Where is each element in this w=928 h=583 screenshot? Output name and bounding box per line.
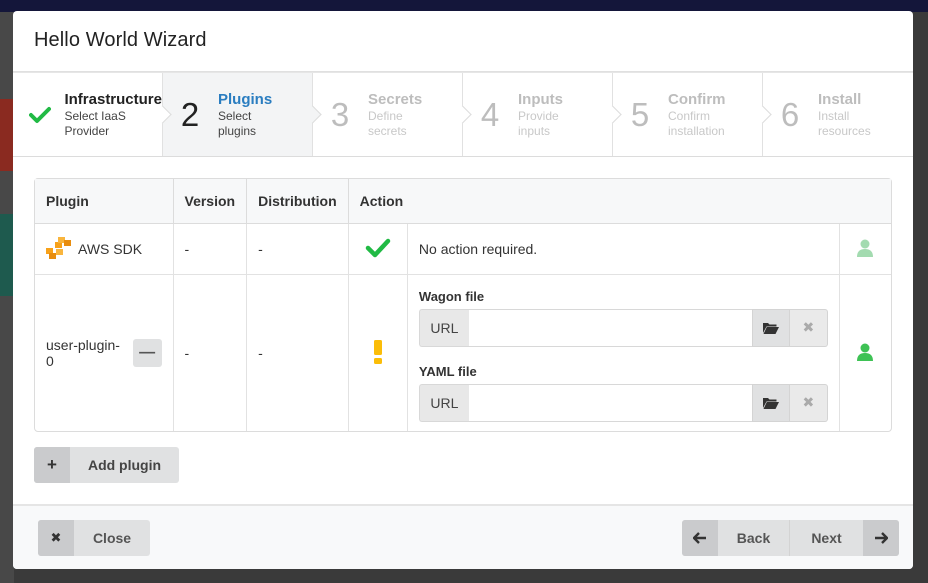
step-secrets: 3 Secrets Define secrets (313, 73, 472, 156)
step-plugins[interactable]: 2 Plugins Select plugins (163, 73, 322, 156)
back-label: Back (736, 530, 771, 546)
remove-plugin-button[interactable]: — (132, 339, 162, 367)
add-plugin-label: Add plugin (87, 457, 162, 473)
step-number: 3 (330, 95, 350, 133)
wizard-modal: Hello World Wizard Infrastructure Select… (13, 11, 913, 569)
exclamation-icon (373, 339, 383, 367)
step-desc: installation (668, 123, 725, 138)
step-number: 6 (780, 95, 800, 133)
step-desc: Install (818, 108, 850, 123)
column-header-action: Action (348, 179, 891, 224)
step-title: Install (818, 90, 862, 108)
folder-open-icon[interactable] (751, 383, 790, 422)
step-title: Confirm (668, 90, 726, 108)
url-label: URL (418, 383, 469, 422)
close-label: Close (92, 530, 132, 546)
plugin-cell: AWS SDK (35, 224, 174, 275)
folder-open-icon[interactable] (751, 308, 790, 347)
add-plugin-button[interactable]: + Add plugin (34, 447, 179, 483)
step-install: 6 Install Install resources (763, 73, 913, 156)
aws-icon (46, 236, 72, 262)
user-cell (840, 275, 891, 431)
clear-icon[interactable]: ✖ (789, 383, 828, 422)
plugin-name: AWS SDK (78, 241, 143, 257)
step-confirm: 5 Confirm Confirm installation (613, 73, 772, 156)
step-infrastructure[interactable]: Infrastructure Select IaaS Provider (13, 73, 172, 156)
step-desc: secrets (368, 123, 407, 138)
wagon-url-group: URL ✖ (418, 308, 828, 347)
modal-header: Hello World Wizard (13, 11, 913, 72)
step-desc: inputs (518, 123, 551, 138)
yaml-url-input[interactable] (468, 383, 752, 422)
distribution-cell: - (247, 224, 349, 275)
step-desc: Select (218, 108, 252, 123)
column-header-distribution: Distribution (247, 179, 349, 224)
action-text-cell: No action required. (407, 224, 840, 275)
modal-title: Hello World Wizard (34, 29, 207, 51)
step-desc: Provide (518, 108, 559, 123)
wagon-url-input[interactable] (468, 308, 752, 347)
step-number: 5 (630, 95, 650, 133)
background-fragment (0, 214, 14, 296)
arrow-left-icon (682, 520, 718, 556)
back-button[interactable]: Back (682, 520, 790, 556)
table-header-row: Plugin Version Distribution Action (35, 179, 891, 224)
step-number: 2 (180, 95, 200, 133)
plugin-cell: user-plugin-0 — (35, 275, 174, 431)
next-button[interactable]: Next (790, 520, 899, 556)
step-desc: Provider (64, 123, 110, 138)
step-title: Inputs (518, 90, 563, 108)
step-desc: plugins (218, 123, 257, 138)
step-inputs: 4 Inputs Provide inputs (463, 73, 622, 156)
step-number: 4 (480, 95, 500, 133)
distribution-cell: - (247, 275, 349, 431)
close-button[interactable]: ✖ Close (38, 520, 150, 556)
close-icon: ✖ (38, 520, 74, 556)
arrow-right-icon (863, 520, 899, 556)
wagon-file-label: Wagon file (418, 288, 485, 304)
step-desc: Select IaaS (64, 108, 126, 123)
wizard-content: Plugin Version Distribution Action AWS S… (13, 157, 913, 505)
clear-icon[interactable]: ✖ (789, 308, 828, 347)
action-status-cell (349, 275, 408, 431)
step-title: Infrastructure (64, 90, 162, 108)
modal-footer: ✖ Close Back Next (13, 505, 913, 569)
plus-icon: + (34, 447, 70, 483)
navigation-buttons: Back Next (682, 520, 899, 556)
version-cell: - (173, 224, 248, 275)
wizard-steps: Infrastructure Select IaaS Provider 2 Pl… (13, 72, 913, 157)
table-row: user-plugin-0 — - - Wagon file URL ✖ YAM… (35, 275, 891, 431)
column-header-version: Version (173, 179, 248, 224)
action-fields-cell: Wagon file URL ✖ YAML file URL ✖ (408, 275, 840, 431)
column-header-plugin: Plugin (35, 179, 174, 224)
url-label: URL (418, 308, 469, 347)
user-icon (857, 343, 874, 364)
action-status-cell (348, 224, 408, 275)
background-fragment (0, 99, 14, 171)
plugins-table: Plugin Version Distribution Action AWS S… (34, 178, 892, 432)
user-cell (839, 224, 891, 275)
check-icon (23, 106, 56, 124)
version-cell: - (174, 275, 248, 431)
yaml-url-group: URL ✖ (418, 383, 828, 422)
step-desc: Define (368, 108, 403, 123)
next-label: Next (811, 530, 842, 546)
step-title: Plugins (218, 90, 273, 108)
user-icon (857, 239, 874, 260)
check-icon (365, 238, 391, 261)
step-desc: resources (818, 123, 871, 138)
background-left-panel (0, 12, 14, 583)
table-row: AWS SDK - - No action required. (35, 224, 891, 275)
step-title: Secrets (368, 90, 423, 108)
plugin-name: user-plugin-0 (46, 337, 120, 369)
yaml-file-label: YAML file (418, 363, 477, 379)
step-desc: Confirm (668, 108, 711, 123)
